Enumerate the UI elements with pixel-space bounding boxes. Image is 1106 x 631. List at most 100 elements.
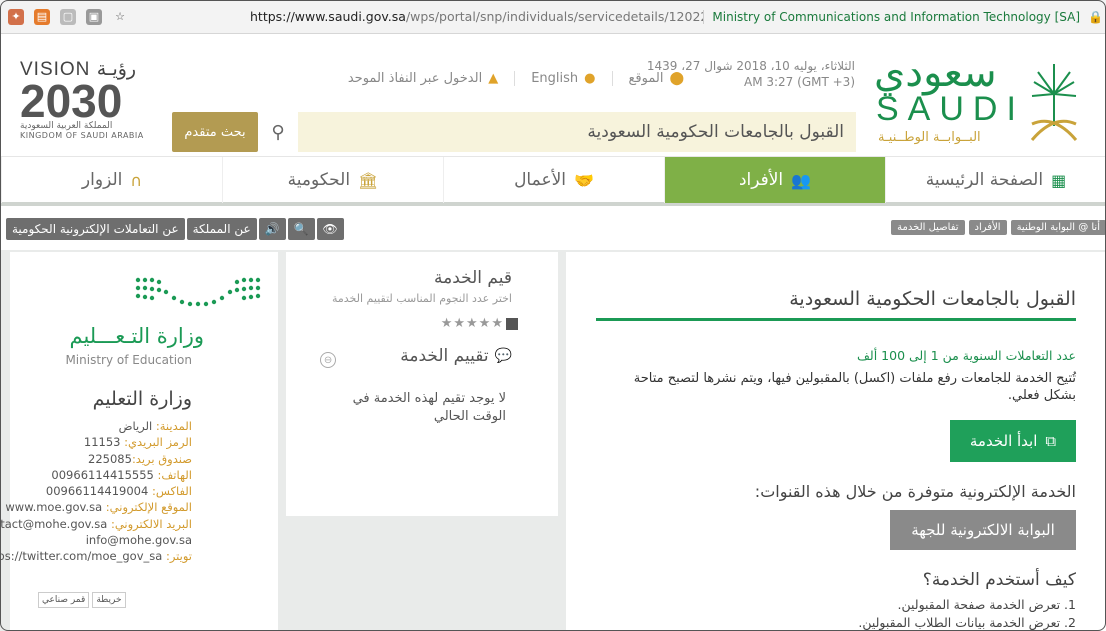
toolbar-left: عن التعاملات الإلكترونية الحكومية عن الم…: [6, 218, 344, 240]
vision-2030-logo[interactable]: VISION رؤيـة 2030 المملكة العربية السعود…: [20, 58, 180, 148]
collapse-icon[interactable]: ⊖: [320, 352, 336, 368]
national-portal-label: البــوابــة الوطــنيـة: [878, 130, 981, 145]
people-icon: 👥: [791, 170, 812, 190]
nav-government[interactable]: 🏛 الحكومية: [222, 157, 443, 203]
map-tab[interactable]: خريطة: [92, 592, 126, 608]
site-header: VISION رؤيـة 2030 المملكة العربية السعود…: [0, 34, 1106, 156]
english-link[interactable]: ● English: [514, 70, 611, 86]
vision-kingdom-en: KINGDOM OF SAUDI ARABIA: [20, 131, 144, 140]
nav-business[interactable]: 🤝 الأعمال: [443, 157, 664, 203]
palm-swords-icon: [1030, 64, 1078, 141]
rating-heading-label: تقييم الخدمة: [400, 346, 489, 366]
info-row: الفاكس: 00966114419004: [45, 484, 192, 499]
start-service-button[interactable]: ⧉ ابدأ الخدمة: [950, 420, 1076, 462]
moe-dots-logo: [135, 277, 261, 307]
eye-icon[interactable]: 👁: [316, 218, 344, 240]
main-nav: ▦ الصفحة الرئيسية 👥 الأفراد 🤝 الأعمال 🏛 …: [0, 156, 1106, 206]
english-label: English: [531, 70, 579, 86]
vision-number: 2030: [20, 75, 123, 127]
advanced-search-button[interactable]: بحث متقدم: [172, 112, 258, 152]
breadcrumb-item[interactable]: أنا @ البوابة الوطنية: [1010, 220, 1106, 235]
info-row: المدينة: الرياض: [118, 419, 192, 433]
lock-icon[interactable]: 🔒: [1088, 10, 1103, 24]
saudi-portal-logo[interactable]: سعودي SAUDI البــوابــة الوطــنيـة: [874, 50, 1084, 150]
rating-subtitle: اختر عدد النجوم المناسب لتقييم الخدمة: [331, 292, 512, 305]
nav-government-label: الحكومية: [287, 170, 351, 190]
info-row: البريد الالكتروني: contact@mohe.gov.sa -: [0, 516, 192, 531]
list-item: 1. تعرض الخدمة صفحة المقبولين.: [897, 597, 1077, 612]
map-tab[interactable]: قمر صناعي: [38, 592, 90, 608]
nav-individuals[interactable]: 👥 الأفراد: [664, 157, 885, 203]
search-icon[interactable]: ⚲: [258, 112, 298, 152]
channels-heading: الخدمة الإلكترونية متوفرة من خلال هذه ال…: [754, 482, 1076, 501]
rating-card: قيم الخدمة اختر عدد النجوم المناسب لتقيي…: [286, 252, 558, 516]
vision-kingdom-ar: المملكة العربية السعودية: [20, 121, 113, 131]
address-bar[interactable]: https://www.saudi.gov.sa/wps/portal/snp/…: [250, 9, 703, 24]
entity-portal-button[interactable]: البوابة الالكترونية للجهة: [890, 510, 1076, 550]
how-to-steps: 1. تعرض الخدمة صفحة المقبولين. 2. تعرض ا…: [858, 596, 1076, 631]
government-building-icon: 🏛: [358, 170, 379, 190]
nav-individuals-label: الأفراد: [738, 170, 784, 190]
title-underline: [596, 318, 1076, 321]
speaker-icon[interactable]: 🔊: [258, 218, 286, 240]
breadcrumb-item[interactable]: الأفراد: [968, 220, 1007, 235]
star-rating[interactable]: ★★★★★: [441, 316, 504, 331]
search-bar: بحث متقدم ⚲: [172, 112, 856, 152]
login-link[interactable]: ▲ الدخول عبر النفاذ الموحد: [332, 71, 514, 86]
external-link-icon: ⧉: [1045, 432, 1057, 450]
ministry-contact-info: المدينة: الرياض الرمز البريدي: 11153 صند…: [0, 418, 192, 565]
feed-icon[interactable]: ▤: [34, 8, 50, 25]
rating-submit-icon[interactable]: [506, 318, 518, 330]
ministry-title: وزارة التعليم: [92, 388, 192, 410]
date-line: الثلاثاء، يوليه 10، 2018 شوال 27، 1439: [646, 59, 855, 73]
how-to-heading: كيف أستخدم الخدمة؟: [922, 570, 1076, 590]
info-row: الهاتف: 00966114415555: [51, 467, 192, 482]
nav-business-label: الأعمال: [514, 170, 566, 190]
breadcrumb: أنا @ البوابة الوطنية الأفراد تفاصيل الخ…: [891, 220, 1106, 235]
login-label: الدخول عبر النفاذ الموحد: [347, 70, 483, 86]
tab-icon[interactable]: ▢: [60, 8, 76, 25]
rating-heading: 💬 تقييم الخدمة: [400, 346, 512, 366]
globe-icon: ●: [584, 70, 596, 86]
rating-title: قيم الخدمة: [434, 268, 512, 288]
info-row: الرمز البريدي: 11153: [83, 435, 192, 450]
nav-home[interactable]: ▦ الصفحة الرئيسية: [885, 157, 1106, 203]
egov-link[interactable]: عن التعاملات الإلكترونية الحكومية: [6, 218, 185, 240]
mini-map-controls: خريطة قمر صناعي: [38, 592, 126, 608]
service-description: تُتيح الخدمة للجامعات رفع ملفات (اكسل) ب…: [633, 371, 1076, 403]
start-service-label: ابدأ الخدمة: [969, 432, 1038, 450]
site-identity[interactable]: Ministry of Communications and Informati…: [703, 9, 1088, 24]
info-row: صندوق بريد:225085: [88, 451, 192, 466]
info-row: الموقع الإلكتروني: www.moe.gov.sa: [5, 500, 192, 515]
service-details: القبول بالجامعات الحكومية السعودية عدد ا…: [566, 252, 1106, 631]
rating-empty-message: لا يوجد تقيم لهذه الخدمة في الوقت الحالي: [352, 391, 506, 424]
annual-transactions: عدد التعاملات السنوية من 1 إلى 100 ألف: [856, 348, 1076, 363]
browser-bar: ✦ ▤ ▢ ▣ ☆ https://www.saudi.gov.sa/wps/p…: [0, 0, 1106, 34]
extension-icon[interactable]: ✦: [8, 8, 24, 25]
moe-logo-ar: وزارة التـعـــليم: [69, 324, 204, 348]
breadcrumb-item[interactable]: تفاصيل الخدمة: [891, 220, 965, 235]
page-toolbar: عن التعاملات الإلكترونية الحكومية عن الم…: [0, 214, 1106, 242]
search-input[interactable]: [298, 112, 856, 152]
top-links: ⬤ الموقع ● English ▲ الدخول عبر النفاذ ا…: [180, 64, 700, 92]
url-path: /wps/portal/snp/individuals/servicedetai…: [405, 9, 704, 24]
date-time: الثلاثاء، يوليه 10، 2018 شوال 27، 1439 (…: [640, 58, 855, 90]
list-item: 2. تعرض الخدمة بيانات الطلاب المقبولين.: [858, 615, 1076, 630]
zoom-icon[interactable]: 🔍: [287, 218, 315, 240]
info-row: info@mohe.gov.sa: [85, 533, 192, 548]
handshake-icon: 🤝: [574, 170, 594, 190]
user-icon: ▲: [488, 70, 499, 86]
kingdom-link[interactable]: عن المملكة: [186, 218, 257, 240]
moe-logo-en: Ministry of Education: [65, 353, 192, 367]
browser-toolbar-icons: ✦ ▤ ▢ ▣ ☆: [0, 8, 250, 25]
url-host: https://www.saudi.gov.sa: [250, 9, 406, 24]
nav-visitors[interactable]: ∩ الزوار: [1, 157, 222, 203]
service-title: القبول بالجامعات الحكومية السعودية: [789, 288, 1076, 310]
info-row: تويتر: https://twitter.com/moe_gov_sa: [0, 549, 192, 564]
star-icon[interactable]: ☆: [112, 9, 128, 25]
saudi-logo-en: SAUDI: [876, 90, 1025, 128]
arch-icon: ∩: [130, 170, 143, 190]
nav-visitors-label: الزوار: [81, 170, 123, 190]
reader-icon[interactable]: ▣: [86, 8, 102, 25]
nav-home-label: الصفحة الرئيسية: [925, 170, 1044, 190]
